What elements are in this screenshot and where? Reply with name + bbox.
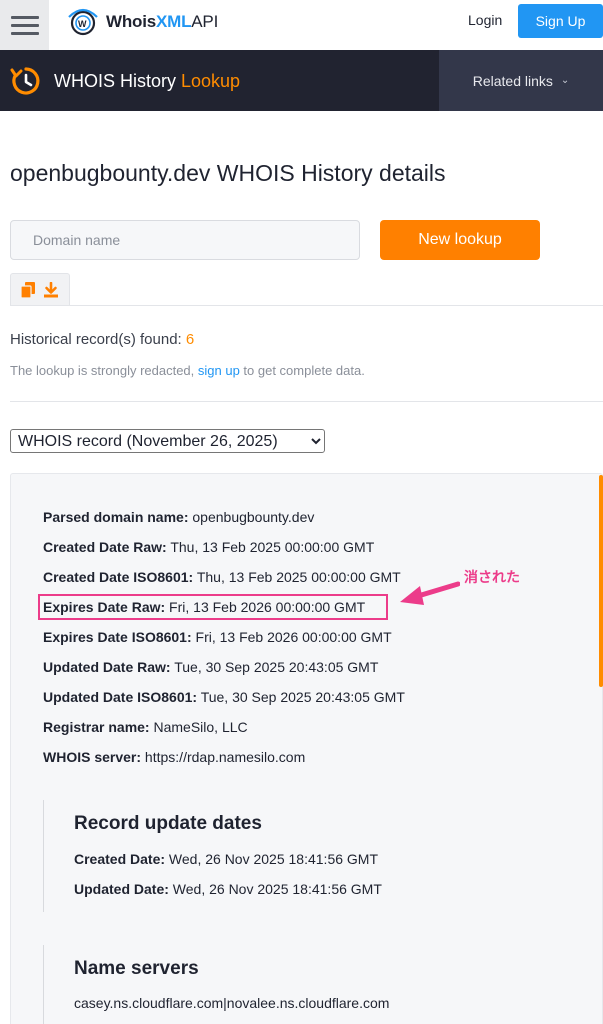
field-value: Wed, 26 Nov 2025 18:41:56 GMT: [168, 881, 382, 897]
scroll-accent[interactable]: [599, 475, 603, 687]
top-bar: W WhoisXMLAPI Login Sign Up: [0, 0, 603, 50]
redacted-text-after: to get complete data.: [239, 363, 365, 378]
field-value: Wed, 26 Nov 2025 18:41:56 GMT: [165, 851, 379, 867]
login-link[interactable]: Login: [468, 12, 502, 28]
field-record-updated-date: Updated Date: Wed, 26 Nov 2025 18:41:56 …: [74, 881, 382, 897]
redacted-text-before: The lookup is strongly redacted,: [10, 363, 198, 378]
field-key: WHOIS server:: [43, 749, 142, 765]
field-value: Tue, 30 Sep 2025 20:43:05 GMT: [170, 659, 379, 675]
field-key: Expires Date ISO8601:: [43, 629, 192, 645]
field-parsed-domain-name: Parsed domain name: openbugbounty.dev: [43, 509, 314, 525]
field-created-date-raw: Created Date Raw: Thu, 13 Feb 2025 00:00…: [43, 539, 374, 555]
globe-logo-icon: W: [68, 8, 98, 36]
tool-banner: WHOIS History Lookup Related links ⌄: [0, 50, 603, 111]
field-key: Updated Date ISO8601:: [43, 689, 198, 705]
sign-up-button[interactable]: Sign Up: [518, 4, 603, 38]
divider: [10, 305, 603, 306]
field-created-date-iso: Created Date ISO8601: Thu, 13 Feb 2025 0…: [43, 569, 401, 585]
annotation-arrow-icon: [400, 581, 460, 605]
field-value: Thu, 13 Feb 2025 00:00:00 GMT: [193, 569, 401, 585]
field-updated-date-iso: Updated Date ISO8601: Tue, 30 Sep 2025 2…: [43, 689, 405, 705]
field-key: Parsed domain name:: [43, 509, 189, 525]
name-servers-section: [43, 945, 443, 1024]
logo-text: WhoisXMLAPI: [106, 12, 218, 32]
tool-title: WHOIS History Lookup: [54, 71, 240, 92]
divider: [10, 401, 603, 402]
field-record-created-date: Created Date: Wed, 26 Nov 2025 18:41:56 …: [74, 851, 378, 867]
related-links-label: Related links: [472, 72, 553, 89]
tool-title-accent: Lookup: [181, 71, 241, 91]
field-expires-date-iso: Expires Date ISO8601: Fri, 13 Feb 2026 0…: [43, 629, 392, 645]
name-servers-title: Name servers: [74, 958, 199, 979]
sign-up-link[interactable]: sign up: [198, 363, 240, 378]
field-key: Registrar name:: [43, 719, 150, 735]
records-found-label: Historical record(s) found:: [10, 331, 186, 348]
field-value: Thu, 13 Feb 2025 00:00:00 GMT: [166, 539, 375, 555]
chevron-down-icon: ⌄: [560, 75, 570, 86]
history-icon: [10, 67, 40, 95]
new-lookup-button[interactable]: New lookup: [380, 220, 540, 260]
field-updated-date-raw: Updated Date Raw: Tue, 30 Sep 2025 20:43…: [43, 659, 378, 675]
logo-whois: Whois: [106, 12, 156, 31]
hamburger-menu-icon[interactable]: [0, 0, 49, 50]
name-servers-value: casey.ns.cloudflare.com|novalee.ns.cloud…: [74, 995, 390, 1011]
page-title: openbugbounty.dev WHOIS History details: [10, 160, 446, 186]
field-value: Tue, 30 Sep 2025 20:43:05 GMT: [197, 689, 405, 705]
records-found-count: 6: [185, 331, 195, 348]
field-key: Updated Date Raw:: [43, 659, 171, 675]
download-icon[interactable]: [43, 281, 59, 298]
annotation-highlight-box: [38, 594, 388, 620]
tool-title-main: WHOIS History: [54, 71, 182, 91]
field-key: Created Date ISO8601:: [43, 569, 194, 585]
export-tools: [10, 273, 70, 305]
related-links-dropdown[interactable]: Related links ⌄: [439, 50, 603, 111]
field-value: openbugbounty.dev: [188, 509, 315, 525]
logo-api: API: [191, 12, 219, 31]
field-key: Created Date Raw:: [43, 539, 167, 555]
record-update-dates-title: Record update dates: [74, 813, 262, 834]
field-value: Fri, 13 Feb 2026 00:00:00 GMT: [191, 629, 392, 645]
annotation-text: 消された: [464, 569, 520, 585]
records-found: Historical record(s) found: 6: [10, 331, 194, 348]
copy-icon[interactable]: [21, 281, 35, 298]
whois-record-select[interactable]: WHOIS record (November 26, 2025): [10, 429, 325, 453]
redacted-notice: The lookup is strongly redacted, sign up…: [10, 363, 365, 378]
field-value: https://rdap.namesilo.com: [141, 749, 306, 765]
domain-name-input[interactable]: [10, 220, 360, 260]
logo-xml: XML: [156, 12, 192, 31]
field-key: Updated Date:: [74, 881, 169, 897]
field-whois-server: WHOIS server: https://rdap.namesilo.com: [43, 749, 305, 765]
field-key: Created Date:: [74, 851, 166, 867]
whoisxmlapi-logo[interactable]: W WhoisXMLAPI: [66, 6, 218, 38]
svg-text:W: W: [78, 19, 87, 29]
field-registrar-name: Registrar name: NameSilo, LLC: [43, 719, 248, 735]
field-value: NameSilo, LLC: [149, 719, 248, 735]
